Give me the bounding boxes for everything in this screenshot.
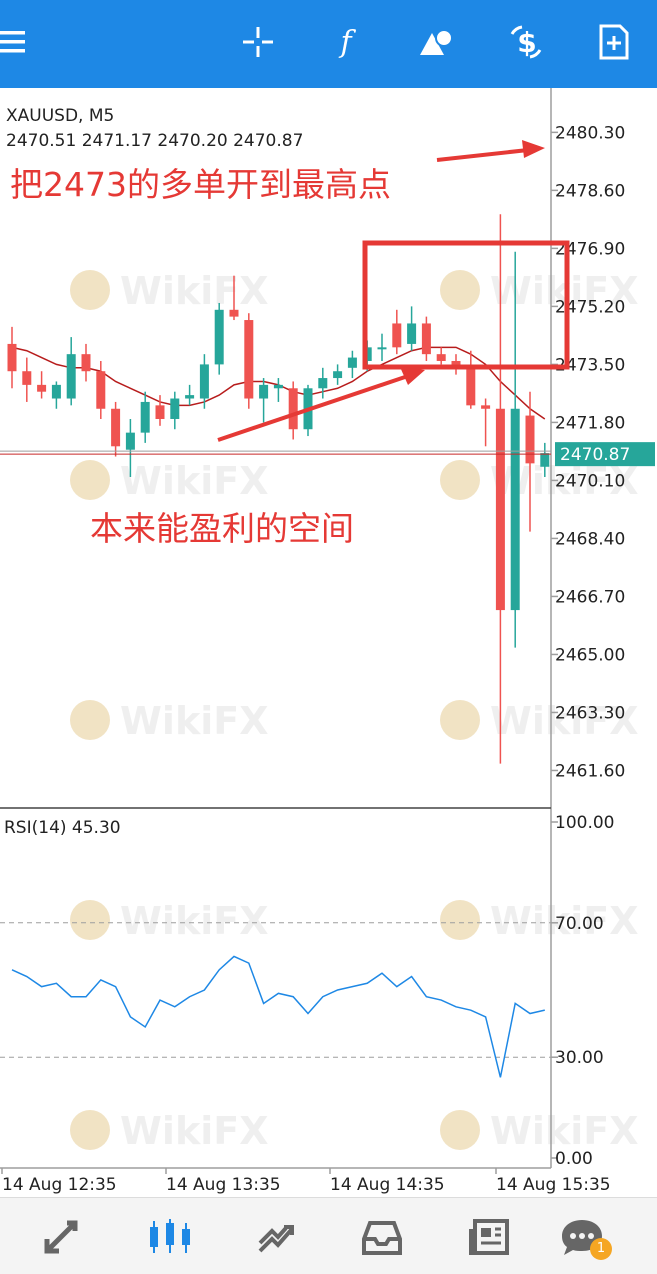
price-tick-label: 2480.30 [555,123,625,143]
crosshair-icon[interactable] [234,16,282,68]
price-tick-label: 2468.40 [555,529,625,549]
candle-body [273,384,283,389]
quotes-icon[interactable] [33,1212,93,1262]
watermark-logo [70,460,110,500]
candle-body [51,384,61,399]
watermark-logo [440,700,480,740]
messages-icon[interactable]: 1 [552,1212,612,1262]
rsi-polyline [11,955,545,1078]
candle-body [259,384,269,399]
candle-body [81,354,91,372]
messages-badge: 1 [590,1238,612,1260]
current-price-label: 2470.87 [560,445,630,465]
annotation-arrow-top [436,148,529,162]
new-order-icon[interactable] [590,16,638,68]
watermark-text: WikiFX [120,899,269,943]
watermark-text: WikiFX [490,1109,639,1153]
price-tick-label: 2471.80 [555,413,625,433]
candle-body [214,309,224,365]
menu-icon[interactable] [0,16,34,68]
chart-icon[interactable] [140,1212,200,1262]
candle-body [96,371,106,409]
rsi-label: RSI(14) 45.30 [4,818,121,838]
candle-body [66,354,76,399]
time-tick-label: 14 Aug 13:35 [166,1175,281,1195]
ohlc-label: 2470.51 2471.17 2470.20 2470.87 [6,131,303,151]
annotation-middle-text: 本来能盈利的空间 [90,509,354,548]
annotation-arrow-top-head [522,140,545,158]
watermark-logo [70,700,110,740]
time-axis: 14 Aug 12:35 14 Aug 13:35 14 Aug 14:35 14 A… [1,1168,611,1195]
watermark-logo [440,1110,480,1150]
candle-body [481,405,491,409]
top-toolbar: f $ [0,0,657,88]
price-tick-label: 2470.10 [555,471,625,491]
svg-text:f: f [338,25,356,59]
rsi-tick-label: 100.00 [555,813,614,833]
watermark-logo [70,1110,110,1150]
function-icon[interactable]: f [322,16,370,68]
history-icon[interactable] [352,1212,412,1262]
candle-body [155,405,165,419]
watermark-text: WikiFX [120,1109,269,1153]
candle-body [540,453,550,467]
rsi-tick-label: 30.00 [555,1048,604,1068]
rsi-tick-label: 70.00 [555,914,604,934]
candle-body [525,415,535,464]
symbol-label: XAUUSD, M5 [6,106,114,126]
watermark-logo [440,460,480,500]
candle-body [318,378,328,389]
price-tick-label: 2478.60 [555,181,625,201]
watermark-logo [440,270,480,310]
watermark-logo [70,900,110,940]
symbol-icon[interactable]: $ [502,16,550,68]
watermark-text: WikiFX [120,699,269,743]
watermark-layer: WikiFX WikiFXWikiFX WikiFXWikiFX WikiFXWiki… [70,269,639,1153]
candle-body [377,347,387,350]
watermark-text: WikiFX [120,269,269,313]
candle-body [7,343,17,372]
candle-body [466,367,476,406]
candle-body [333,371,343,379]
svg-text:$: $ [517,26,536,59]
price-tick-label: 2461.60 [555,761,625,781]
annotation-top-text: 把2473的多单开到最高点 [10,165,391,204]
candle-body [436,354,446,361]
candle-body [37,384,47,392]
candle-body [407,323,417,344]
time-tick-label: 14 Aug 14:35 [330,1175,445,1195]
candle-body [229,309,239,317]
objects-icon[interactable] [412,16,460,68]
trade-icon[interactable] [246,1212,306,1262]
candle-body [170,398,180,419]
bottom-navigation: 1 [0,1197,657,1274]
candle-body [347,357,357,368]
candle-body [421,323,431,355]
price-tick-label: 2466.70 [555,587,625,607]
candle-body [510,408,520,611]
price-tick-label: 2465.00 [555,645,625,665]
candle-body [288,388,298,430]
news-icon[interactable] [459,1212,519,1262]
candle-body [244,320,254,399]
price-tick-label: 2463.30 [555,703,625,723]
candle-body [392,323,402,348]
rsi-line [11,955,545,1078]
candle-body [495,408,505,611]
candle-body [185,395,195,399]
watermark-logo [70,270,110,310]
time-tick-label: 14 Aug 15:35 [496,1175,611,1195]
candle-body [125,432,135,450]
candle-body [199,364,209,399]
candle-body [111,408,121,447]
rsi-tick-label: 0.00 [555,1149,593,1169]
time-tick-label: 14 Aug 12:35 [2,1175,117,1195]
watermark-logo [440,900,480,940]
chart-area[interactable]: WikiFX WikiFXWikiFX WikiFXWikiFX WikiFXWiki… [0,88,657,1197]
watermark-text: WikiFX [120,459,269,503]
candle-body [22,371,32,385]
candle-body [140,401,150,433]
